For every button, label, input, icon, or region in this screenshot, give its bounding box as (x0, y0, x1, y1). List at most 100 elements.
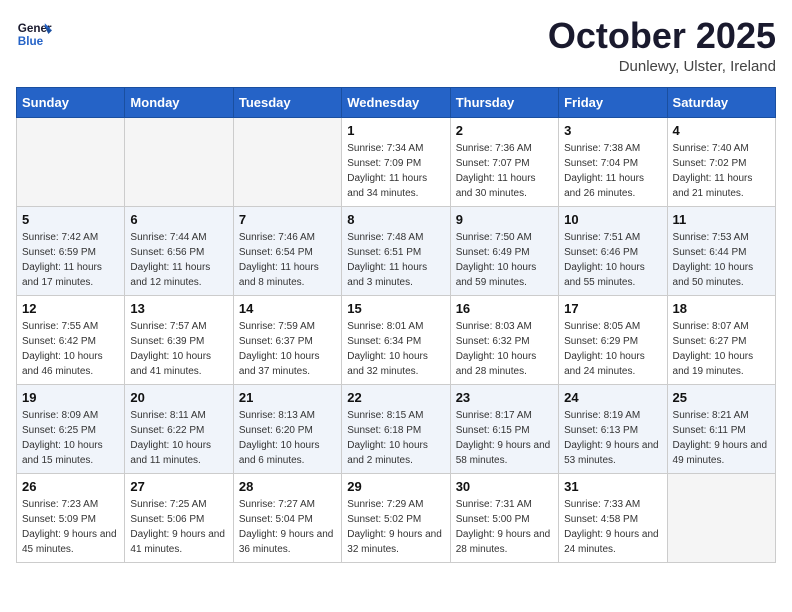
day-number: 17 (564, 301, 661, 316)
calendar-cell: 23 Sunrise: 8:17 AMSunset: 6:15 PMDayligh… (450, 384, 558, 473)
day-info: Sunrise: 8:15 AMSunset: 6:18 PMDaylight:… (347, 408, 444, 468)
day-number: 4 (673, 123, 770, 138)
weekday-monday: Monday (125, 87, 233, 117)
day-info: Sunrise: 7:34 AMSunset: 7:09 PMDaylight:… (347, 141, 444, 201)
weekday-friday: Friday (559, 87, 667, 117)
weekday-header-row: SundayMondayTuesdayWednesdayThursdayFrid… (17, 87, 776, 117)
day-number: 15 (347, 301, 444, 316)
calendar-cell: 3 Sunrise: 7:38 AMSunset: 7:04 PMDaylight… (559, 117, 667, 206)
day-info: Sunrise: 7:36 AMSunset: 7:07 PMDaylight:… (456, 141, 553, 201)
calendar-cell: 22 Sunrise: 8:15 AMSunset: 6:18 PMDayligh… (342, 384, 450, 473)
day-info: Sunrise: 7:29 AMSunset: 5:02 PMDaylight:… (347, 497, 444, 557)
day-number: 22 (347, 390, 444, 405)
calendar-cell: 27 Sunrise: 7:25 AMSunset: 5:06 PMDayligh… (125, 473, 233, 562)
title-block: October 2025 Dunlewy, Ulster, Ireland (548, 16, 776, 75)
weekday-wednesday: Wednesday (342, 87, 450, 117)
weekday-thursday: Thursday (450, 87, 558, 117)
day-number: 2 (456, 123, 553, 138)
day-info: Sunrise: 7:55 AMSunset: 6:42 PMDaylight:… (22, 319, 119, 379)
day-number: 5 (22, 212, 119, 227)
calendar-cell (17, 117, 125, 206)
day-info: Sunrise: 7:44 AMSunset: 6:56 PMDaylight:… (130, 230, 227, 290)
calendar-week-4: 19 Sunrise: 8:09 AMSunset: 6:25 PMDayligh… (17, 384, 776, 473)
day-number: 3 (564, 123, 661, 138)
day-number: 26 (22, 479, 119, 494)
weekday-sunday: Sunday (17, 87, 125, 117)
day-number: 28 (239, 479, 336, 494)
day-info: Sunrise: 7:59 AMSunset: 6:37 PMDaylight:… (239, 319, 336, 379)
calendar-week-5: 26Sunrise: 7:23 AMSunset: 5:09 PMDayligh… (17, 473, 776, 562)
day-info: Sunrise: 7:38 AMSunset: 7:04 PMDaylight:… (564, 141, 661, 201)
calendar-cell (233, 117, 341, 206)
calendar-cell: 2 Sunrise: 7:36 AMSunset: 7:07 PMDaylight… (450, 117, 558, 206)
day-info: Sunrise: 8:21 AMSunset: 6:11 PMDaylight:… (673, 408, 770, 468)
calendar-cell: 28Sunrise: 7:27 AMSunset: 5:04 PMDayligh… (233, 473, 341, 562)
day-info: Sunrise: 8:17 AMSunset: 6:15 PMDaylight:… (456, 408, 553, 468)
calendar-cell: 13Sunrise: 7:57 AMSunset: 6:39 PMDayligh… (125, 295, 233, 384)
location: Dunlewy, Ulster, Ireland (548, 58, 776, 75)
weekday-tuesday: Tuesday (233, 87, 341, 117)
calendar-cell: 8 Sunrise: 7:48 AMSunset: 6:51 PMDaylight… (342, 206, 450, 295)
day-number: 11 (673, 212, 770, 227)
calendar-cell: 17Sunrise: 8:05 AMSunset: 6:29 PMDayligh… (559, 295, 667, 384)
calendar-week-1: 1 Sunrise: 7:34 AMSunset: 7:09 PMDaylight… (17, 117, 776, 206)
calendar-cell: 7 Sunrise: 7:46 AMSunset: 6:54 PMDaylight… (233, 206, 341, 295)
day-info: Sunrise: 7:48 AMSunset: 6:51 PMDaylight:… (347, 230, 444, 290)
calendar-week-2: 5 Sunrise: 7:42 AMSunset: 6:59 PMDaylight… (17, 206, 776, 295)
day-info: Sunrise: 7:53 AMSunset: 6:44 PMDaylight:… (673, 230, 770, 290)
calendar-cell: 12 Sunrise: 7:55 AMSunset: 6:42 PMDayligh… (17, 295, 125, 384)
day-number: 13 (130, 301, 227, 316)
day-number: 19 (22, 390, 119, 405)
day-number: 8 (347, 212, 444, 227)
calendar-cell: 11 Sunrise: 7:53 AMSunset: 6:44 PMDayligh… (667, 206, 775, 295)
calendar-cell: 15Sunrise: 8:01 AMSunset: 6:34 PMDayligh… (342, 295, 450, 384)
month-title: October 2025 (548, 16, 776, 56)
calendar-cell: 4 Sunrise: 7:40 AMSunset: 7:02 PMDaylight… (667, 117, 775, 206)
day-number: 1 (347, 123, 444, 138)
day-info: Sunrise: 7:33 AMSunset: 4:58 PMDaylight:… (564, 497, 661, 557)
calendar-cell: 31 Sunrise: 7:33 AMSunset: 4:58 PMDayligh… (559, 473, 667, 562)
calendar-cell: 18 Sunrise: 8:07 AMSunset: 6:27 PMDayligh… (667, 295, 775, 384)
logo: General Blue (16, 16, 52, 52)
day-number: 7 (239, 212, 336, 227)
day-info: Sunrise: 8:03 AMSunset: 6:32 PMDaylight:… (456, 319, 553, 379)
day-number: 23 (456, 390, 553, 405)
day-info: Sunrise: 7:31 AMSunset: 5:00 PMDaylight:… (456, 497, 553, 557)
day-info: Sunrise: 7:25 AMSunset: 5:06 PMDaylight:… (130, 497, 227, 557)
calendar-cell: 14 Sunrise: 7:59 AMSunset: 6:37 PMDayligh… (233, 295, 341, 384)
day-number: 30 (456, 479, 553, 494)
day-info: Sunrise: 7:40 AMSunset: 7:02 PMDaylight:… (673, 141, 770, 201)
day-info: Sunrise: 7:42 AMSunset: 6:59 PMDaylight:… (22, 230, 119, 290)
day-number: 24 (564, 390, 661, 405)
calendar-cell: 30 Sunrise: 7:31 AMSunset: 5:00 PMDayligh… (450, 473, 558, 562)
calendar-cell: 20 Sunrise: 8:11 AMSunset: 6:22 PMDayligh… (125, 384, 233, 473)
calendar-cell: 5 Sunrise: 7:42 AMSunset: 6:59 PMDaylight… (17, 206, 125, 295)
day-number: 14 (239, 301, 336, 316)
day-info: Sunrise: 8:07 AMSunset: 6:27 PMDaylight:… (673, 319, 770, 379)
calendar-week-3: 12 Sunrise: 7:55 AMSunset: 6:42 PMDayligh… (17, 295, 776, 384)
calendar-cell: 16Sunrise: 8:03 AMSunset: 6:32 PMDayligh… (450, 295, 558, 384)
day-info: Sunrise: 8:13 AMSunset: 6:20 PMDaylight:… (239, 408, 336, 468)
day-info: Sunrise: 7:46 AMSunset: 6:54 PMDaylight:… (239, 230, 336, 290)
day-number: 9 (456, 212, 553, 227)
day-number: 25 (673, 390, 770, 405)
day-number: 27 (130, 479, 227, 494)
day-info: Sunrise: 8:11 AMSunset: 6:22 PMDaylight:… (130, 408, 227, 468)
calendar-cell: 24Sunrise: 8:19 AMSunset: 6:13 PMDayligh… (559, 384, 667, 473)
calendar-cell: 9 Sunrise: 7:50 AMSunset: 6:49 PMDaylight… (450, 206, 558, 295)
calendar-table: SundayMondayTuesdayWednesdayThursdayFrid… (16, 87, 776, 563)
day-info: Sunrise: 7:50 AMSunset: 6:49 PMDaylight:… (456, 230, 553, 290)
day-info: Sunrise: 8:09 AMSunset: 6:25 PMDaylight:… (22, 408, 119, 468)
calendar-cell: 29 Sunrise: 7:29 AMSunset: 5:02 PMDayligh… (342, 473, 450, 562)
day-number: 18 (673, 301, 770, 316)
calendar-cell (667, 473, 775, 562)
day-number: 20 (130, 390, 227, 405)
day-number: 12 (22, 301, 119, 316)
day-info: Sunrise: 7:51 AMSunset: 6:46 PMDaylight:… (564, 230, 661, 290)
page-header: General Blue October 2025 Dunlewy, Ulste… (16, 16, 776, 75)
weekday-saturday: Saturday (667, 87, 775, 117)
day-number: 29 (347, 479, 444, 494)
day-number: 31 (564, 479, 661, 494)
calendar-cell (125, 117, 233, 206)
calendar-cell: 6Sunrise: 7:44 AMSunset: 6:56 PMDaylight… (125, 206, 233, 295)
